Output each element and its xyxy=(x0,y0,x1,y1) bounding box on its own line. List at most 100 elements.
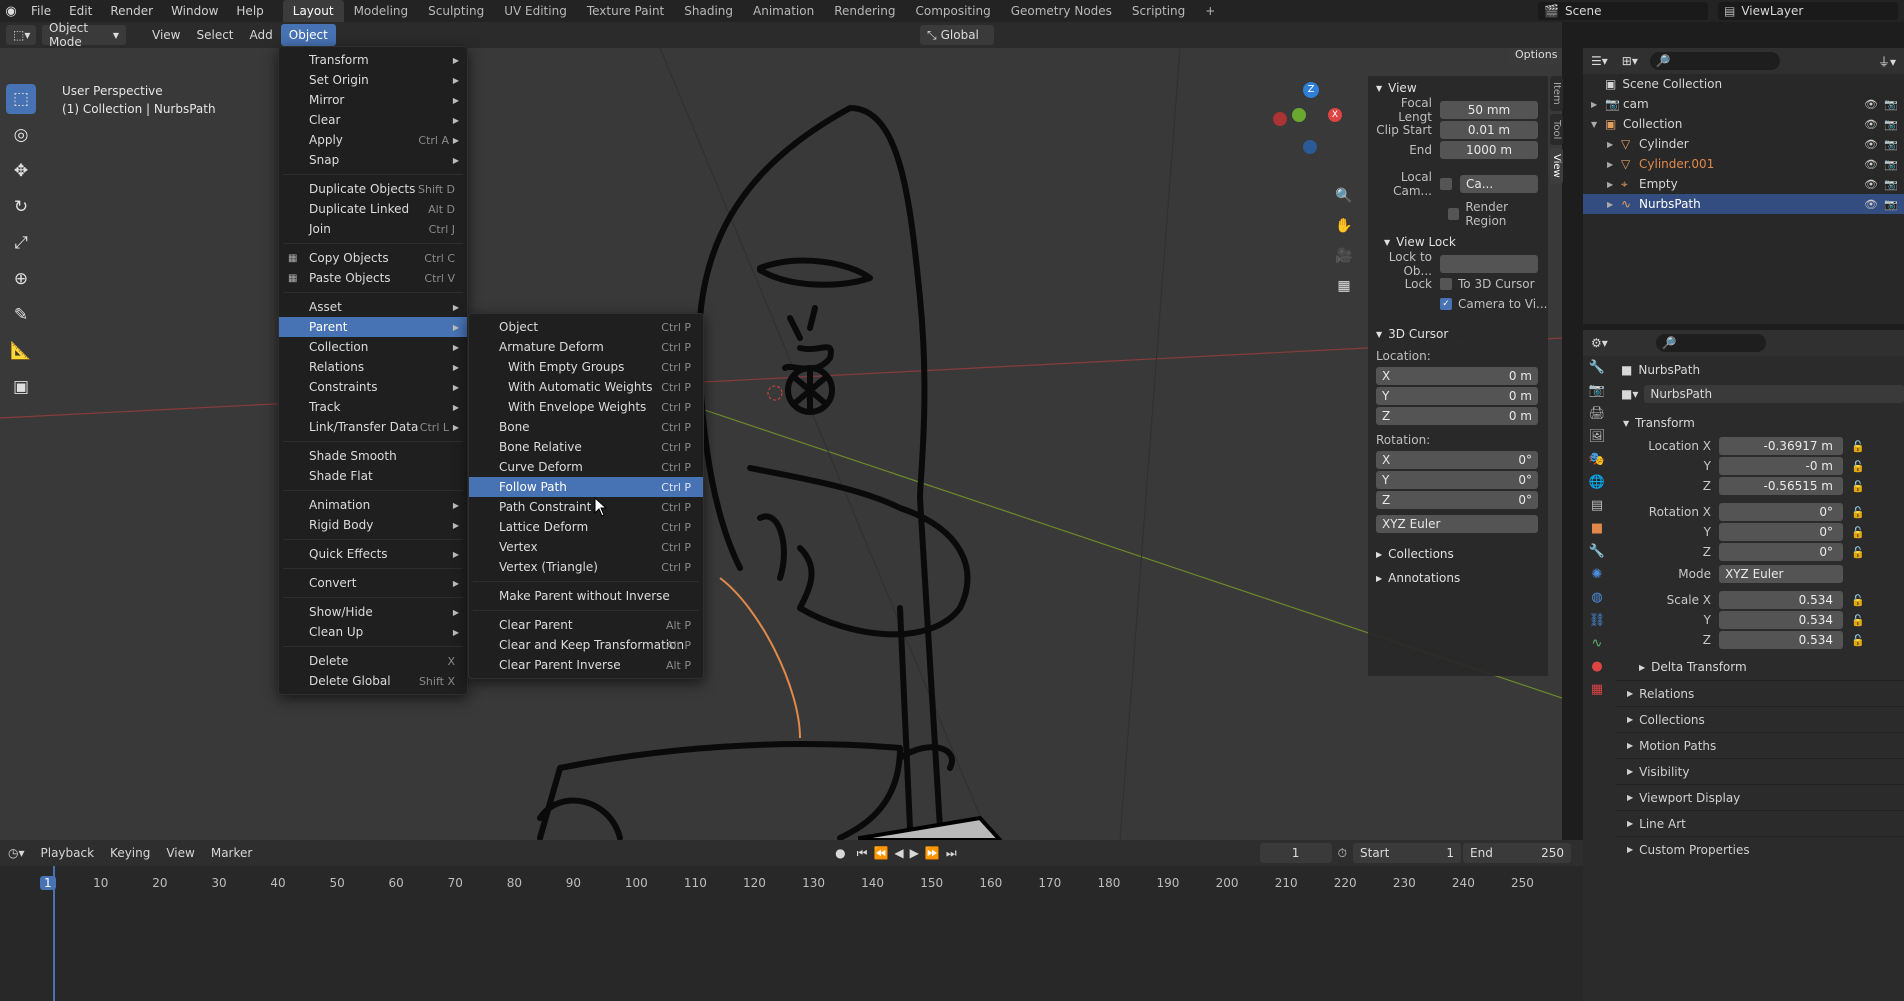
lock-icon[interactable]: 🔓 xyxy=(1851,460,1865,473)
render-tab-icon[interactable]: 📷 xyxy=(1589,383,1605,398)
properties-section-motion-paths[interactable]: ▶ Motion Paths xyxy=(1615,732,1904,758)
jump-start-icon[interactable]: ⏮ xyxy=(854,846,871,861)
gizmo-neg-x-icon[interactable] xyxy=(1273,112,1287,126)
outliner-row[interactable]: ▼ ▣ Collection 👁 📷 xyxy=(1583,114,1904,134)
parent-menu-item[interactable]: Make Parent without Inverse xyxy=(469,586,703,606)
gizmo-x-axis-icon[interactable]: X xyxy=(1328,108,1342,122)
scene-tab-icon[interactable]: 🎭 xyxy=(1589,452,1605,467)
view-layer-tab-icon[interactable]: 🖼 xyxy=(1589,429,1606,444)
transform-location-field[interactable]: -0 m xyxy=(1719,457,1843,475)
transform-scale-field[interactable]: 0.534 xyxy=(1719,631,1843,649)
world-tab-icon[interactable]: 🌐 xyxy=(1589,475,1605,490)
parent-menu-item[interactable]: With Automatic Weights Ctrl P xyxy=(469,377,703,397)
menu-help[interactable]: Help xyxy=(227,0,272,22)
tab-geometry-nodes[interactable]: Geometry Nodes xyxy=(1001,0,1122,22)
tab-scripting[interactable]: Scripting xyxy=(1122,0,1195,22)
object-menu-item[interactable]: Shade Smooth xyxy=(279,446,467,466)
parent-menu-item[interactable]: Armature Deform Ctrl P xyxy=(469,337,703,357)
current-frame-field[interactable]: 1 xyxy=(1259,843,1332,863)
expand-arrow-icon[interactable]: ▶ xyxy=(1607,160,1621,169)
parent-menu-item[interactable]: Path Constraint Ctrl P xyxy=(469,497,703,517)
viewport-menu-view[interactable]: View xyxy=(144,24,188,46)
camera-view-icon[interactable]: 🎥 xyxy=(1332,244,1356,268)
parent-menu-item[interactable]: Object Ctrl P xyxy=(469,317,703,337)
object-datablock-icon[interactable]: ■▾ xyxy=(1621,387,1638,401)
camera-to-view-checkbox[interactable]: ✓ xyxy=(1440,298,1452,310)
expand-arrow-icon[interactable]: ▶ xyxy=(1607,180,1621,189)
object-menu-item[interactable]: Quick Effects ▶ xyxy=(279,544,467,564)
collections-section-header[interactable]: ▶ Collections xyxy=(1368,542,1548,566)
outliner-row[interactable]: ▶ ⌖ Empty 👁 📷 xyxy=(1583,174,1904,194)
lock-icon[interactable]: 🔓 xyxy=(1851,634,1865,647)
cursor-loc-field[interactable]: Z 0 m xyxy=(1376,407,1538,425)
parent-menu-item[interactable]: Bone Ctrl P xyxy=(469,417,703,437)
render-camera-icon[interactable]: 📷 xyxy=(1884,198,1898,211)
tab-sculpting[interactable]: Sculpting xyxy=(418,0,494,22)
render-camera-icon[interactable]: 📷 xyxy=(1884,118,1898,131)
rotation-mode-dropdown[interactable]: XYZ Euler xyxy=(1719,565,1843,583)
rotate-tool-icon[interactable]: ↻ xyxy=(6,192,36,222)
measure-tool-icon[interactable]: 📐 xyxy=(6,336,36,366)
object-menu-item[interactable]: Show/Hide ▶ xyxy=(279,602,467,622)
object-menu-item[interactable]: Clear ▶ xyxy=(279,110,467,130)
object-menu-item[interactable]: Collection ▶ xyxy=(279,337,467,357)
outliner-row[interactable]: ▶ ∿ NurbsPath 👁 📷 xyxy=(1583,194,1904,214)
render-camera-icon[interactable]: 📷 xyxy=(1884,178,1898,191)
local-camera-checkbox[interactable] xyxy=(1440,178,1452,190)
scale-tool-icon[interactable]: ⤢ xyxy=(6,228,36,258)
select-box-tool-icon[interactable]: ⬚ xyxy=(6,84,36,114)
lock-icon[interactable]: 🔓 xyxy=(1851,506,1865,519)
parent-menu-item[interactable]: Follow Path Ctrl P xyxy=(469,477,703,497)
tab-layout[interactable]: Layout xyxy=(282,0,344,22)
menu-render[interactable]: Render xyxy=(101,0,162,22)
object-menu-item[interactable]: Link/Transfer Data Ctrl L ▶ xyxy=(279,417,467,437)
object-menu-item[interactable]: ▦ Paste Objects Ctrl V xyxy=(279,268,467,288)
tab-compositing[interactable]: Compositing xyxy=(905,0,1000,22)
render-region-checkbox[interactable] xyxy=(1448,208,1460,220)
object-menu-item[interactable]: Delete X xyxy=(279,651,467,671)
object-menu-item[interactable]: Parent ▶ xyxy=(279,317,467,337)
timeline-menu-playback[interactable]: Playback xyxy=(33,842,103,864)
visibility-eye-icon[interactable]: 👁 xyxy=(1864,138,1878,151)
npanel-tab-item[interactable]: Item xyxy=(1550,76,1563,111)
3d-cursor-header[interactable]: ▼ 3D Cursor xyxy=(1368,322,1548,346)
parent-menu-item[interactable]: With Empty Groups Ctrl P xyxy=(469,357,703,377)
mode-dropdown[interactable]: Object Mode ▼ xyxy=(42,21,126,49)
menu-window[interactable]: Window xyxy=(162,0,227,22)
cursor-loc-field[interactable]: X 0 m xyxy=(1376,367,1538,385)
lock-icon[interactable]: 🔓 xyxy=(1851,546,1865,559)
transform-scale-field[interactable]: 0.534 xyxy=(1719,591,1843,609)
visibility-eye-icon[interactable]: 👁 xyxy=(1864,178,1878,191)
object-menu-item[interactable]: ▦ Copy Objects Ctrl C xyxy=(279,248,467,268)
parent-menu-item[interactable]: With Envelope Weights Ctrl P xyxy=(469,397,703,417)
object-menu-item[interactable]: Set Origin ▶ xyxy=(279,70,467,90)
gizmo-z-axis-icon[interactable]: Z xyxy=(1303,82,1319,98)
gizmo-neg-z-icon[interactable] xyxy=(1303,140,1317,154)
start-frame-field[interactable]: Start 1 xyxy=(1353,843,1461,863)
to-3d-cursor-checkbox[interactable] xyxy=(1440,278,1452,290)
parent-menu-item[interactable]: Vertex (Triangle) Ctrl P xyxy=(469,557,703,577)
object-menu-item[interactable]: Duplicate Linked Alt D xyxy=(279,199,467,219)
cursor-rot-field[interactable]: Z 0° xyxy=(1376,491,1538,509)
playhead[interactable] xyxy=(53,866,55,1001)
transform-location-field[interactable]: -0.56515 m xyxy=(1719,477,1843,495)
timeline-menu-marker[interactable]: Marker xyxy=(203,842,260,864)
tab-texture-paint[interactable]: Texture Paint xyxy=(577,0,674,22)
timeline-ruler[interactable]: 1 10 20 30 40 50 60 70 80 90 100 110 120 130 140 150 160… xyxy=(0,866,1583,1001)
scene-selector[interactable]: 🎬 Scene xyxy=(1538,2,1708,20)
scene-collection-row[interactable]: ▣ Scene Collection xyxy=(1583,74,1904,94)
outliner-row[interactable]: ▶ ▽ Cylinder.001 👁 📷 xyxy=(1583,154,1904,174)
outliner-row[interactable]: ▶ ▽ Cylinder 👁 📷 xyxy=(1583,134,1904,154)
focal-length-field[interactable]: 50 mm xyxy=(1440,101,1538,119)
npanel-tab-tool[interactable]: Tool xyxy=(1550,113,1563,146)
transform-orientation-dropdown[interactable]: ⤡ Global xyxy=(920,25,994,45)
cursor-rot-field[interactable]: X 0° xyxy=(1376,451,1538,469)
viewport-menu-add[interactable]: Add xyxy=(242,24,281,46)
prev-keyframe-icon[interactable]: ⏪ xyxy=(870,846,891,860)
properties-section-relations[interactable]: ▶ Relations xyxy=(1615,680,1904,706)
object-menu-item[interactable]: Rigid Body ▶ xyxy=(279,515,467,535)
timeline-menu-view[interactable]: View xyxy=(158,842,202,864)
material-tab-icon[interactable]: ● xyxy=(1591,659,1602,674)
editor-type-button[interactable]: ⬚▾ xyxy=(6,25,36,45)
viewlayer-selector[interactable]: ▤ ViewLayer xyxy=(1718,2,1898,20)
